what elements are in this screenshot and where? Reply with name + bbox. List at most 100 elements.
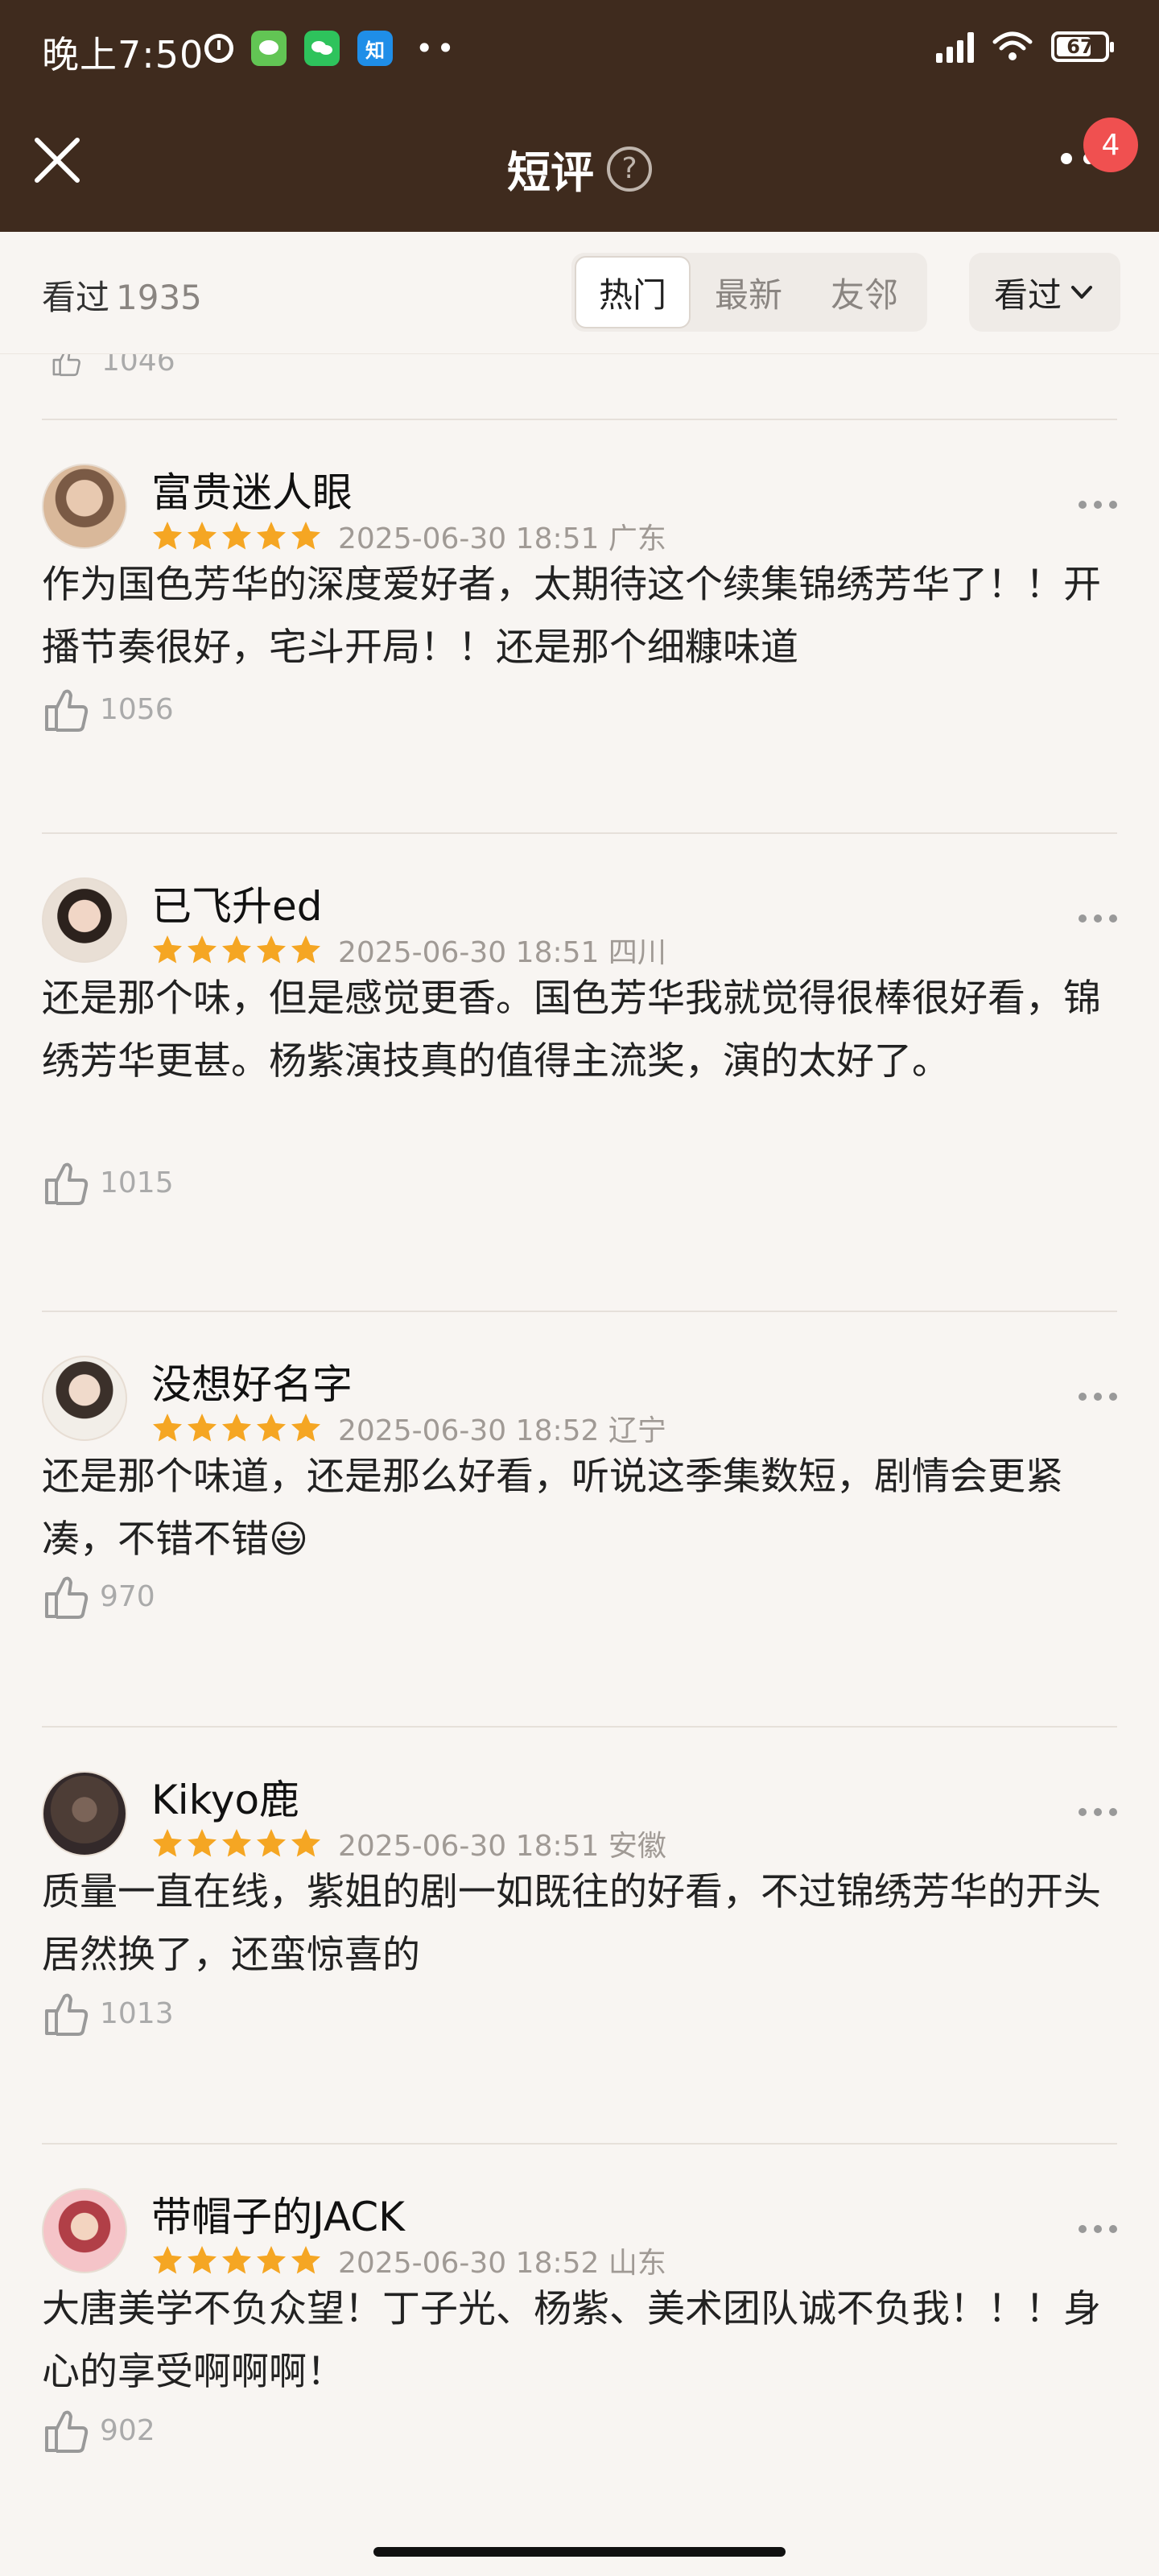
star-rating: [151, 934, 322, 966]
seen-count-value: 1935: [116, 278, 202, 317]
star-icon: [188, 1829, 217, 1857]
timer-icon: [204, 34, 233, 63]
more-icon[interactable]: [1079, 2225, 1117, 2233]
thumbs-up-icon: [42, 1571, 92, 1621]
star-icon: [153, 2246, 182, 2274]
like-count: 1046: [101, 354, 175, 378]
star-rating: [151, 1412, 322, 1444]
status-time: 晚上7:50: [42, 33, 204, 76]
like-count: 1056: [100, 692, 174, 726]
star-icon: [222, 1829, 251, 1857]
star-icon: [222, 935, 251, 964]
comment-meta: 2025-06-30 18:52 山东: [151, 2240, 666, 2281]
like-button[interactable]: 902: [42, 2405, 155, 2455]
like-button[interactable]: 1056: [42, 684, 174, 734]
comment-text: 还是那个味道，还是那么好看，听说这季集数短，剧情会更紧凑，不错不错😃: [42, 1455, 1063, 1562]
more-icon[interactable]: [1079, 501, 1117, 509]
wechat-work-icon: [251, 31, 287, 66]
star-icon: [257, 935, 286, 964]
status-notification-icons: 知 ••: [204, 31, 458, 66]
home-indicator[interactable]: [373, 2547, 786, 2557]
comment-meta: 2025-06-30 18:51 四川: [151, 929, 666, 971]
notification-badge[interactable]: 4: [1083, 118, 1138, 172]
help-icon[interactable]: ?: [607, 146, 652, 192]
wifi-icon: [992, 31, 1033, 60]
star-icon: [257, 1829, 286, 1857]
avatar[interactable]: [42, 1771, 127, 1856]
comment-date: 2025-06-30 18:52 辽宁: [338, 1414, 666, 1447]
filter-bar: 看过 1935 热门 最新 友邻 看过: [0, 232, 1159, 354]
comment-item: Kikyo鹿 2025-06-30 18:51 安徽 质量一直在线，紫姐的剧一如…: [0, 1728, 1159, 2143]
star-icon: [222, 2246, 251, 2274]
star-icon: [291, 1829, 320, 1857]
comment-text: 还是那个味，但是感觉更香。国色芳华我就觉得很棒很好看，锦绣芳华更甚。杨紫演技真的…: [42, 976, 1101, 1084]
status-dropdown-label: 看过: [993, 275, 1062, 315]
username[interactable]: 富贵迷人眼: [151, 460, 353, 518]
avatar[interactable]: [42, 464, 127, 549]
status-system-icons: 67: [936, 31, 1114, 63]
star-rating: [151, 1827, 322, 1860]
star-icon: [153, 522, 182, 550]
thumbs-up-icon: [42, 1988, 92, 2038]
battery-level: 67: [1066, 35, 1094, 58]
like-button[interactable]: 1015: [42, 1158, 174, 1208]
more-icon[interactable]: [1079, 914, 1117, 923]
star-icon: [188, 522, 217, 550]
comment-item: 带帽子的JACK 2025-06-30 18:52 山东 大唐美学不负众望！丁子…: [0, 2145, 1159, 2523]
seen-count: 看过 1935: [42, 270, 202, 320]
like-count: 1013: [100, 1996, 174, 2030]
star-icon: [222, 522, 251, 550]
star-icon: [257, 2246, 286, 2274]
comment-meta: 2025-06-30 18:51 广东: [151, 515, 666, 557]
tab-latest[interactable]: 最新: [691, 256, 806, 328]
comment-date: 2025-06-30 18:51 广东: [338, 522, 666, 555]
like-count: 970: [100, 1579, 155, 1613]
star-icon: [153, 1414, 182, 1442]
tab-friends[interactable]: 友邻: [806, 256, 922, 328]
thumbs-up-icon: [42, 684, 92, 734]
more-icon[interactable]: [1079, 1393, 1117, 1401]
star-rating: [151, 520, 322, 552]
zhihu-icon: 知: [357, 31, 393, 66]
star-icon: [188, 2246, 217, 2274]
like-count: 902: [100, 2413, 155, 2447]
app-header: 晚上7:50 知 •• 67 短评 ? 4: [0, 0, 1159, 232]
comment-date: 2025-06-30 18:51 四川: [338, 936, 666, 969]
more-icon[interactable]: [1079, 1808, 1117, 1816]
avatar[interactable]: [42, 877, 127, 963]
tab-hot[interactable]: 热门: [575, 256, 691, 328]
title-bar: 短评 ? 4: [0, 100, 1159, 232]
like-count: 1015: [100, 1166, 174, 1199]
star-rating: [151, 2244, 322, 2277]
comment-date: 2025-06-30 18:52 山东: [338, 2247, 666, 2280]
star-icon: [153, 935, 182, 964]
thumbs-up-icon: [42, 2405, 92, 2455]
comment-meta: 2025-06-30 18:51 安徽: [151, 1823, 666, 1864]
signal-icon: [936, 31, 974, 63]
avatar[interactable]: [42, 2188, 127, 2273]
comment-item: 富贵迷人眼 2025-06-30 18:51 广东 作为国色芳华的深度爱好者，太…: [0, 420, 1159, 832]
username[interactable]: 已飞升ed: [151, 874, 323, 932]
status-bar: 晚上7:50 知 •• 67: [0, 0, 1159, 100]
status-dropdown[interactable]: 看过: [969, 253, 1120, 332]
star-icon: [257, 1414, 286, 1442]
page-title-text: 短评: [507, 147, 594, 198]
sort-tabs: 热门 最新 友邻: [571, 253, 927, 332]
comment-list[interactable]: 1046 富贵迷人眼 2025-06-30 18:51 广东 作为国色芳华的深度…: [0, 354, 1159, 2528]
star-icon: [188, 935, 217, 964]
avatar[interactable]: [42, 1356, 127, 1441]
comment-item: 没想好名字 2025-06-30 18:52 辽宁 还是那个味道，还是那么好看，…: [0, 1312, 1159, 1726]
like-button[interactable]: 1046: [42, 354, 175, 378]
wechat-icon: [304, 31, 340, 66]
like-button[interactable]: 1013: [42, 1988, 174, 2038]
username[interactable]: Kikyo鹿: [151, 1768, 299, 1826]
thumbs-up-icon: [42, 1158, 92, 1208]
username[interactable]: 没想好名字: [151, 1352, 353, 1410]
battery-icon: 67: [1051, 31, 1114, 62]
star-icon: [291, 2246, 320, 2274]
like-button[interactable]: 970: [42, 1571, 155, 1621]
comment-text: 大唐美学不负众望！丁子光、杨紫、美术团队诚不负我！！！身心的享受啊啊啊！: [42, 2287, 1101, 2394]
star-icon: [291, 1414, 320, 1442]
username[interactable]: 带帽子的JACK: [151, 2185, 405, 2243]
star-icon: [291, 935, 320, 964]
